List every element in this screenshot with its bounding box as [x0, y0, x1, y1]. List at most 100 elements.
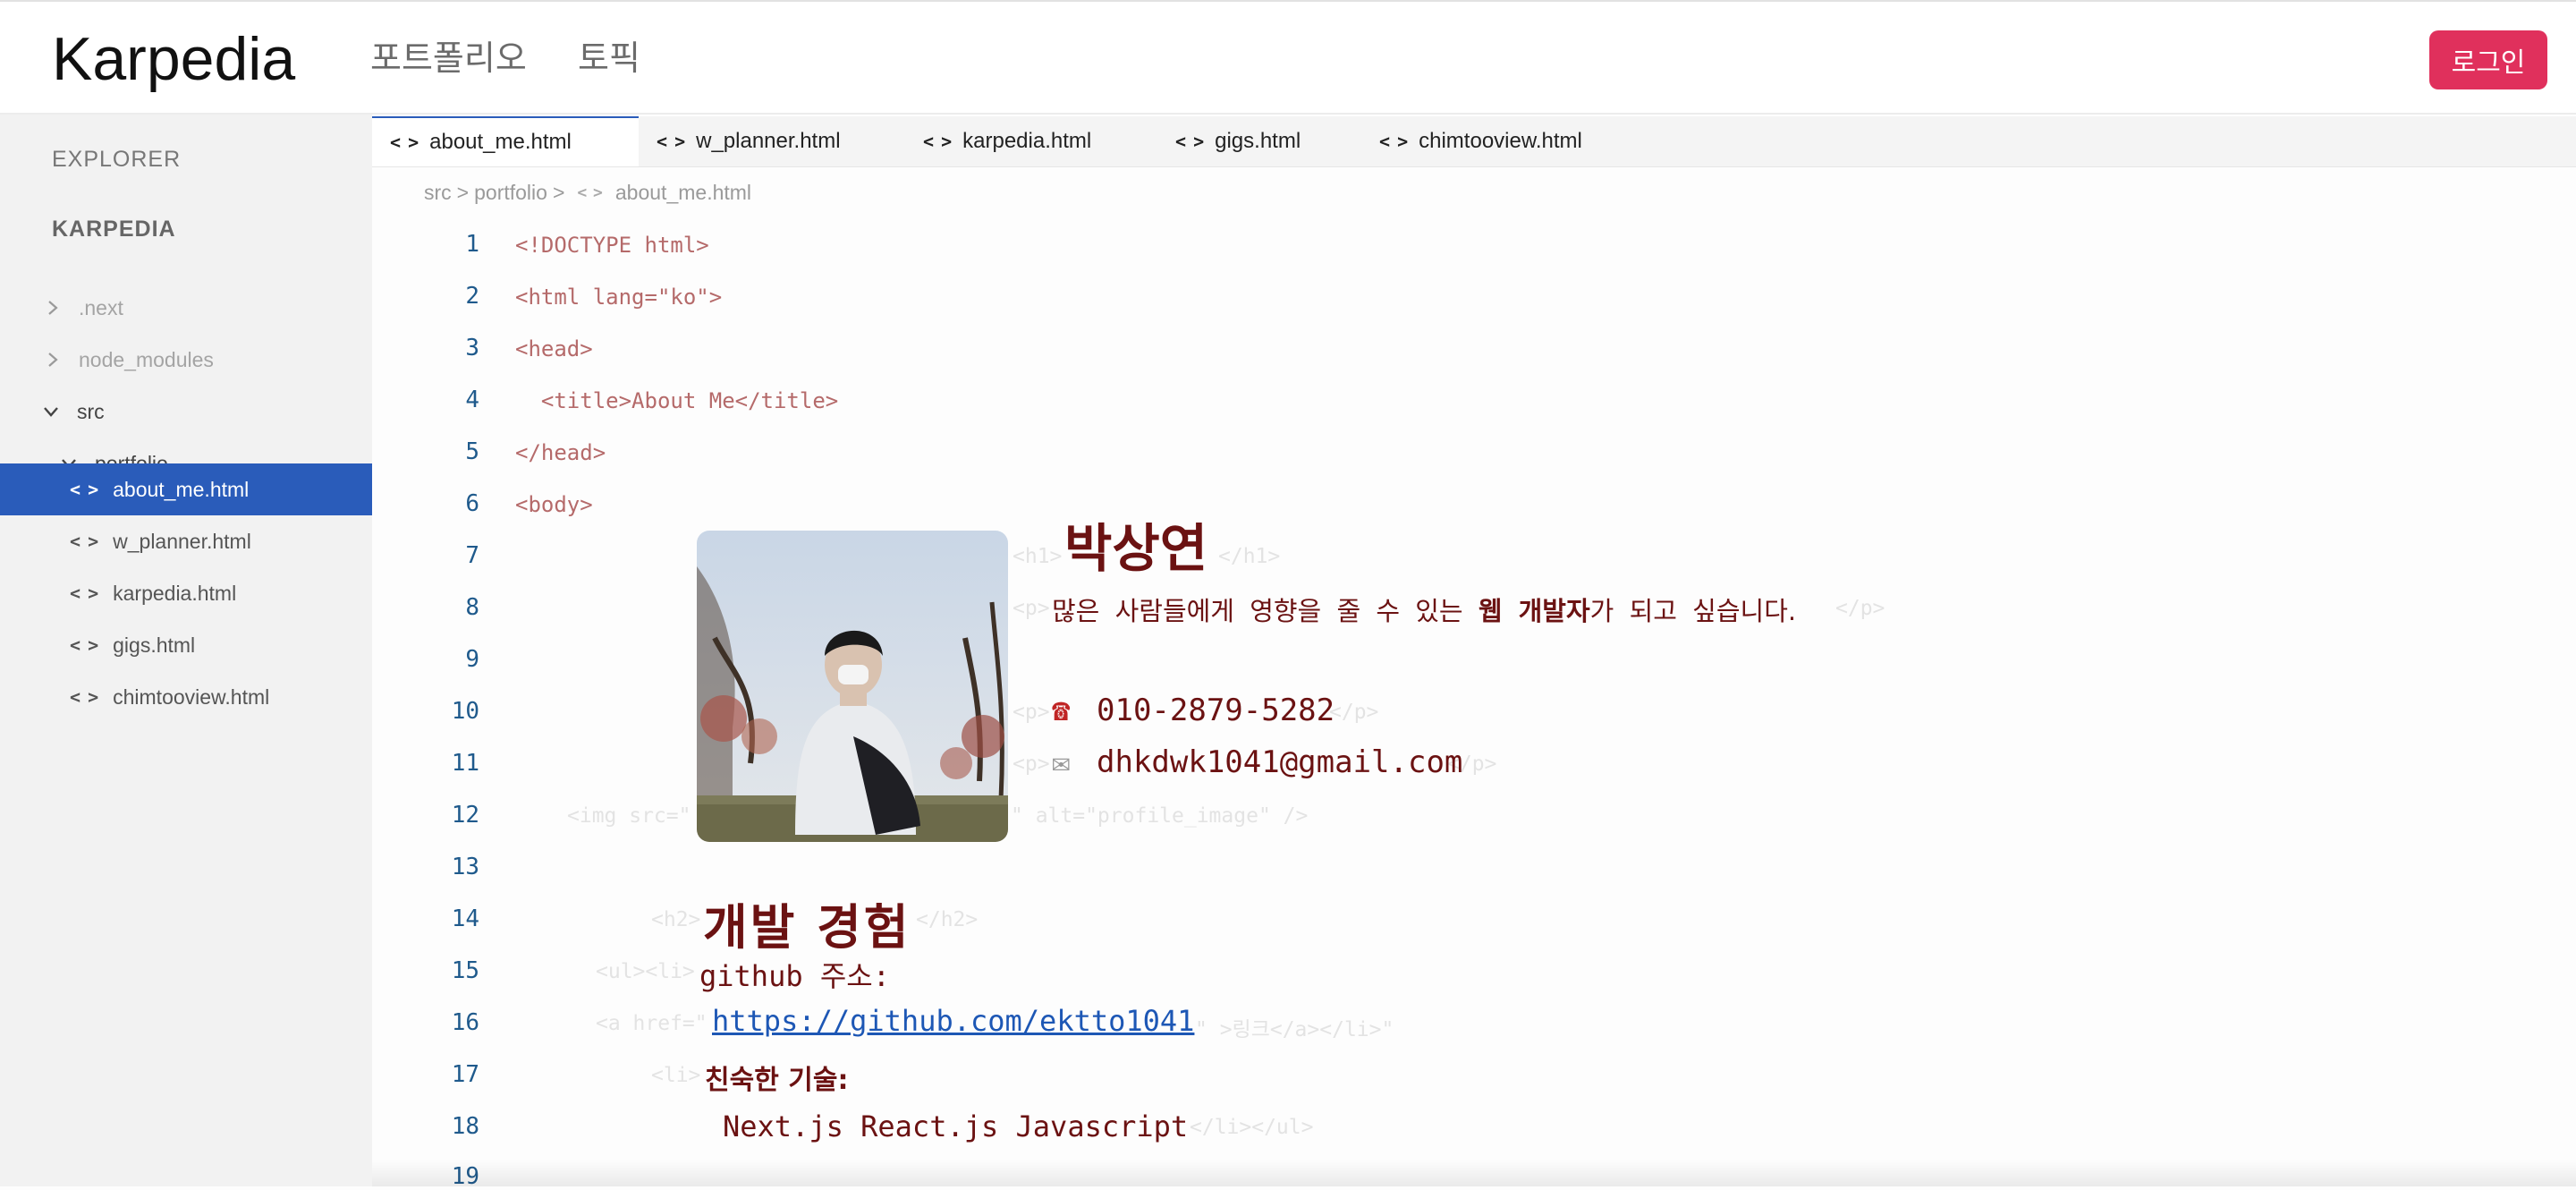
ghost-code: <h2>	[651, 908, 701, 931]
line-number: 1	[465, 231, 479, 258]
login-button[interactable]: 로그인	[2429, 30, 2547, 89]
chevron-right-icon	[48, 353, 58, 367]
intro-text: 많은 사람들에게 영향을 줄 수 있는	[1052, 596, 1479, 626]
intro-text-end: 가 되고 싶습니다.	[1589, 596, 1797, 626]
line-number: 15	[451, 957, 479, 984]
phone-icon: ☎	[1052, 693, 1071, 728]
tree-item-label: w_planner.html	[113, 529, 251, 553]
tree-item-label: .next	[79, 295, 123, 319]
chevron-down-icon	[44, 407, 58, 417]
tab-gigs[interactable]: < > gigs.html	[1157, 116, 1361, 166]
ghost-code: </p>	[1835, 597, 1885, 620]
breadcrumb: src > portfolio > < > about_me.html	[424, 181, 751, 205]
tree-item-label: chimtooview.html	[113, 684, 270, 709]
line-number: 4	[465, 387, 479, 413]
tab-label: w_planner.html	[696, 129, 841, 153]
profile-image	[697, 531, 1008, 842]
project-title: KARPEDIA	[52, 217, 176, 242]
ghost-code: <ul><li>	[596, 960, 695, 983]
line-number: 16	[451, 1009, 479, 1036]
profile-name: 박상연	[1064, 518, 1208, 579]
line-number: 8	[465, 594, 479, 621]
code-file-icon: < >	[577, 183, 602, 202]
ghost-code: <li>	[651, 1064, 701, 1087]
email-row: ✉ dhkdwk1041@gmail.com	[1052, 744, 1462, 780]
ghost-code: " alt="profile_image" />	[1011, 804, 1309, 828]
tree-file-w-planner[interactable]: < > w_planner.html	[0, 515, 372, 567]
profile-intro: 많은 사람들에게 영향을 줄 수 있는 웹 개발자가 되고 싶습니다.	[1052, 591, 1796, 628]
line-number: 5	[465, 438, 479, 465]
code-file-icon: < >	[1379, 131, 1408, 152]
ghost-code: </h1>	[1218, 545, 1281, 568]
tree-file-about-me[interactable]: < > about_me.html	[0, 463, 372, 515]
ghost-code: </h2>	[916, 908, 979, 931]
tree-item-label: karpedia.html	[113, 581, 237, 605]
nav-topic[interactable]: 토픽	[578, 36, 640, 81]
code-line: <body>	[515, 492, 593, 517]
line-number: 2	[465, 283, 479, 310]
explorer-title: EXPLORER	[52, 147, 182, 172]
code-file-icon: < >	[70, 582, 98, 604]
ghost-code: </p>	[1329, 701, 1379, 724]
breadcrumb-src[interactable]: src	[424, 181, 452, 205]
tree-file-karpedia[interactable]: < > karpedia.html	[0, 567, 372, 619]
code-file-icon: < >	[70, 634, 98, 656]
tab-w-planner[interactable]: < > w_planner.html	[639, 116, 905, 166]
tree-file-chimtooview[interactable]: < > chimtooview.html	[0, 671, 372, 723]
tree-file-gigs[interactable]: < > gigs.html	[0, 619, 372, 671]
phone-number: 010-2879-5282	[1097, 693, 1335, 728]
email-address: dhkdwk1041@gmail.com	[1097, 744, 1463, 780]
tab-karpedia[interactable]: < > karpedia.html	[905, 116, 1157, 166]
top-navbar: Karpedia 포트폴리오 토픽 로그인	[0, 0, 2576, 115]
tree-folder-src[interactable]: src	[0, 386, 372, 438]
line-number: 17	[451, 1061, 479, 1088]
line-number: 13	[451, 854, 479, 880]
tab-about-me[interactable]: < > about_me.html	[372, 116, 639, 166]
mail-icon: ✉	[1052, 744, 1071, 780]
line-number: 3	[465, 335, 479, 361]
phone-row: ☎ 010-2879-5282	[1052, 693, 1335, 728]
line-number: 18	[451, 1113, 479, 1140]
skills-list: Next.js React.js Javascript	[723, 1109, 1189, 1143]
tree-folder-node-modules[interactable]: node_modules	[0, 334, 372, 386]
line-number: 6	[465, 490, 479, 517]
tree-item-label: node_modules	[79, 347, 214, 371]
code-line: <head>	[515, 336, 593, 361]
tab-label: gigs.html	[1215, 129, 1301, 153]
tab-chimtooview[interactable]: < > chimtooview.html	[1361, 116, 1630, 166]
ghost-code: <h1>	[1013, 545, 1063, 568]
github-link[interactable]: https://github.com/ektto1041	[712, 1004, 1194, 1038]
ghost-code: <img src="	[567, 804, 691, 828]
intro-bold: 웹 개발자	[1478, 596, 1590, 626]
code-line: <html lang="ko">	[515, 285, 723, 310]
breadcrumb-portfolio[interactable]: portfolio	[474, 181, 547, 205]
tab-label: karpedia.html	[962, 129, 1092, 153]
logo[interactable]: Karpedia	[52, 23, 295, 95]
tree-folder-next[interactable]: .next	[0, 282, 372, 334]
code-line: <!DOCTYPE html>	[515, 233, 709, 258]
code-file-icon: < >	[657, 131, 685, 152]
ghost-code: </li></ul>	[1190, 1116, 1314, 1139]
ghost-code: <a href="	[596, 1012, 708, 1035]
line-number: 7	[465, 542, 479, 569]
chevron-right-icon	[48, 301, 58, 315]
ghost-code: <p>	[1013, 597, 1050, 620]
code-file-icon: < >	[70, 531, 98, 552]
tree-item-label: gigs.html	[113, 633, 196, 657]
code-file-icon: < >	[390, 132, 419, 153]
breadcrumb-file[interactable]: about_me.html	[615, 181, 751, 205]
skills-label: 친숙한 기술:	[705, 1065, 849, 1096]
line-number: 10	[451, 698, 479, 725]
ghost-code: <p>	[1013, 701, 1050, 724]
tab-label: chimtooview.html	[1419, 129, 1582, 153]
code-file-icon: < >	[70, 686, 98, 708]
line-number: 14	[451, 905, 479, 932]
tree-item-label: src	[77, 399, 105, 423]
experience-title: 개발 경험	[703, 899, 911, 956]
line-number: 12	[451, 802, 479, 829]
code-line: </head>	[515, 440, 606, 465]
nav-portfolio[interactable]: 포트폴리오	[370, 36, 527, 81]
code-file-icon: < >	[70, 479, 98, 500]
profile-photo-illustration	[697, 531, 1008, 842]
editor-tabs: < > about_me.html < > w_planner.html < >…	[372, 116, 2576, 167]
